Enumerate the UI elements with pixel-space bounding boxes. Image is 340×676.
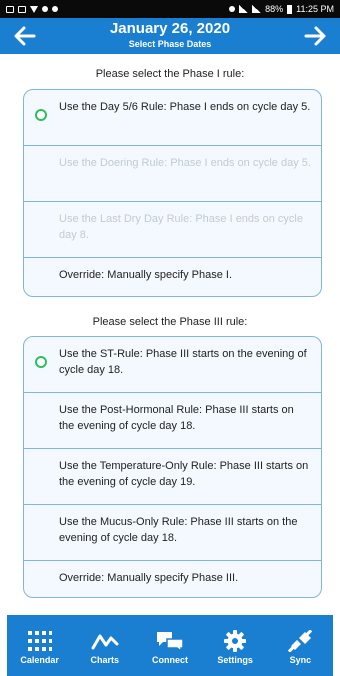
selected-radio-icon (35, 109, 47, 121)
phase3-option-override[interactable]: Override: Manually specify Phase III. (24, 561, 321, 597)
page-title: January 26, 2020 (109, 20, 231, 37)
status-bar: 88% 11:25 PM (0, 0, 340, 18)
phase1-option-day56[interactable]: Use the Day 5/6 Rule: Phase I ends on cy… (24, 90, 321, 146)
tab-settings[interactable]: Settings (205, 630, 265, 665)
phase1-option-last-dry-day: Use the Last Dry Day Rule: Phase I ends … (24, 202, 321, 258)
chat-bubbles-icon (156, 632, 184, 652)
app-icon-2 (52, 6, 58, 12)
phase3-option-temperature-only[interactable]: Use the Temperature-Only Rule: Phase III… (24, 449, 321, 505)
tab-charts[interactable]: Charts (75, 630, 135, 665)
message-icon (18, 5, 26, 13)
prev-day-arrow-icon[interactable] (12, 23, 38, 49)
phase1-options: Use the Day 5/6 Rule: Phase I ends on cy… (23, 89, 322, 297)
next-day-arrow-icon[interactable] (302, 23, 328, 49)
date-header: January 26, 2020 Select Phase Dates (0, 18, 340, 54)
phase3-section-label: Please select the Phase III rule: (92, 316, 248, 328)
phase3-option-mucus-only[interactable]: Use the Mucus-Only Rule: Phase III start… (24, 505, 321, 561)
notification-icon (6, 5, 14, 13)
phase3-option-post-hormonal[interactable]: Use the Post-Hormonal Rule: Phase III st… (24, 393, 321, 449)
tab-connect[interactable]: Connect (140, 630, 200, 665)
wifi-icon (239, 5, 249, 13)
phase1-option-override[interactable]: Override: Manually specify Phase I. (24, 258, 321, 296)
status-time: 11:25 PM (296, 4, 334, 14)
download-icon (30, 5, 38, 13)
battery-percent: 88% (265, 4, 284, 14)
gear-icon (224, 630, 247, 652)
bluetooth-icon (229, 6, 236, 12)
phase1-option-doering: Use the Doering Rule: Phase I ends on cy… (24, 146, 321, 202)
phase3-option-st-rule[interactable]: Use the ST-Rule: Phase III starts on the… (24, 337, 321, 393)
phase3-options: Use the ST-Rule: Phase III starts on the… (23, 336, 322, 598)
page-subtitle: Select Phase Dates (128, 39, 212, 49)
bottom-tab-bar: Calendar Charts Connect Settings Sync (7, 615, 333, 676)
chart-line-icon (91, 634, 119, 650)
phase1-section-label: Please select the Phase I rule: (95, 68, 245, 80)
calendar-grid-icon (27, 631, 52, 651)
signal-icon (252, 5, 262, 13)
tab-calendar[interactable]: Calendar (10, 630, 70, 665)
tab-sync[interactable]: Sync (270, 630, 330, 665)
selected-radio-icon (35, 356, 47, 368)
sync-plug-icon (288, 630, 313, 652)
battery-icon (287, 4, 293, 14)
app-icon (42, 6, 48, 12)
